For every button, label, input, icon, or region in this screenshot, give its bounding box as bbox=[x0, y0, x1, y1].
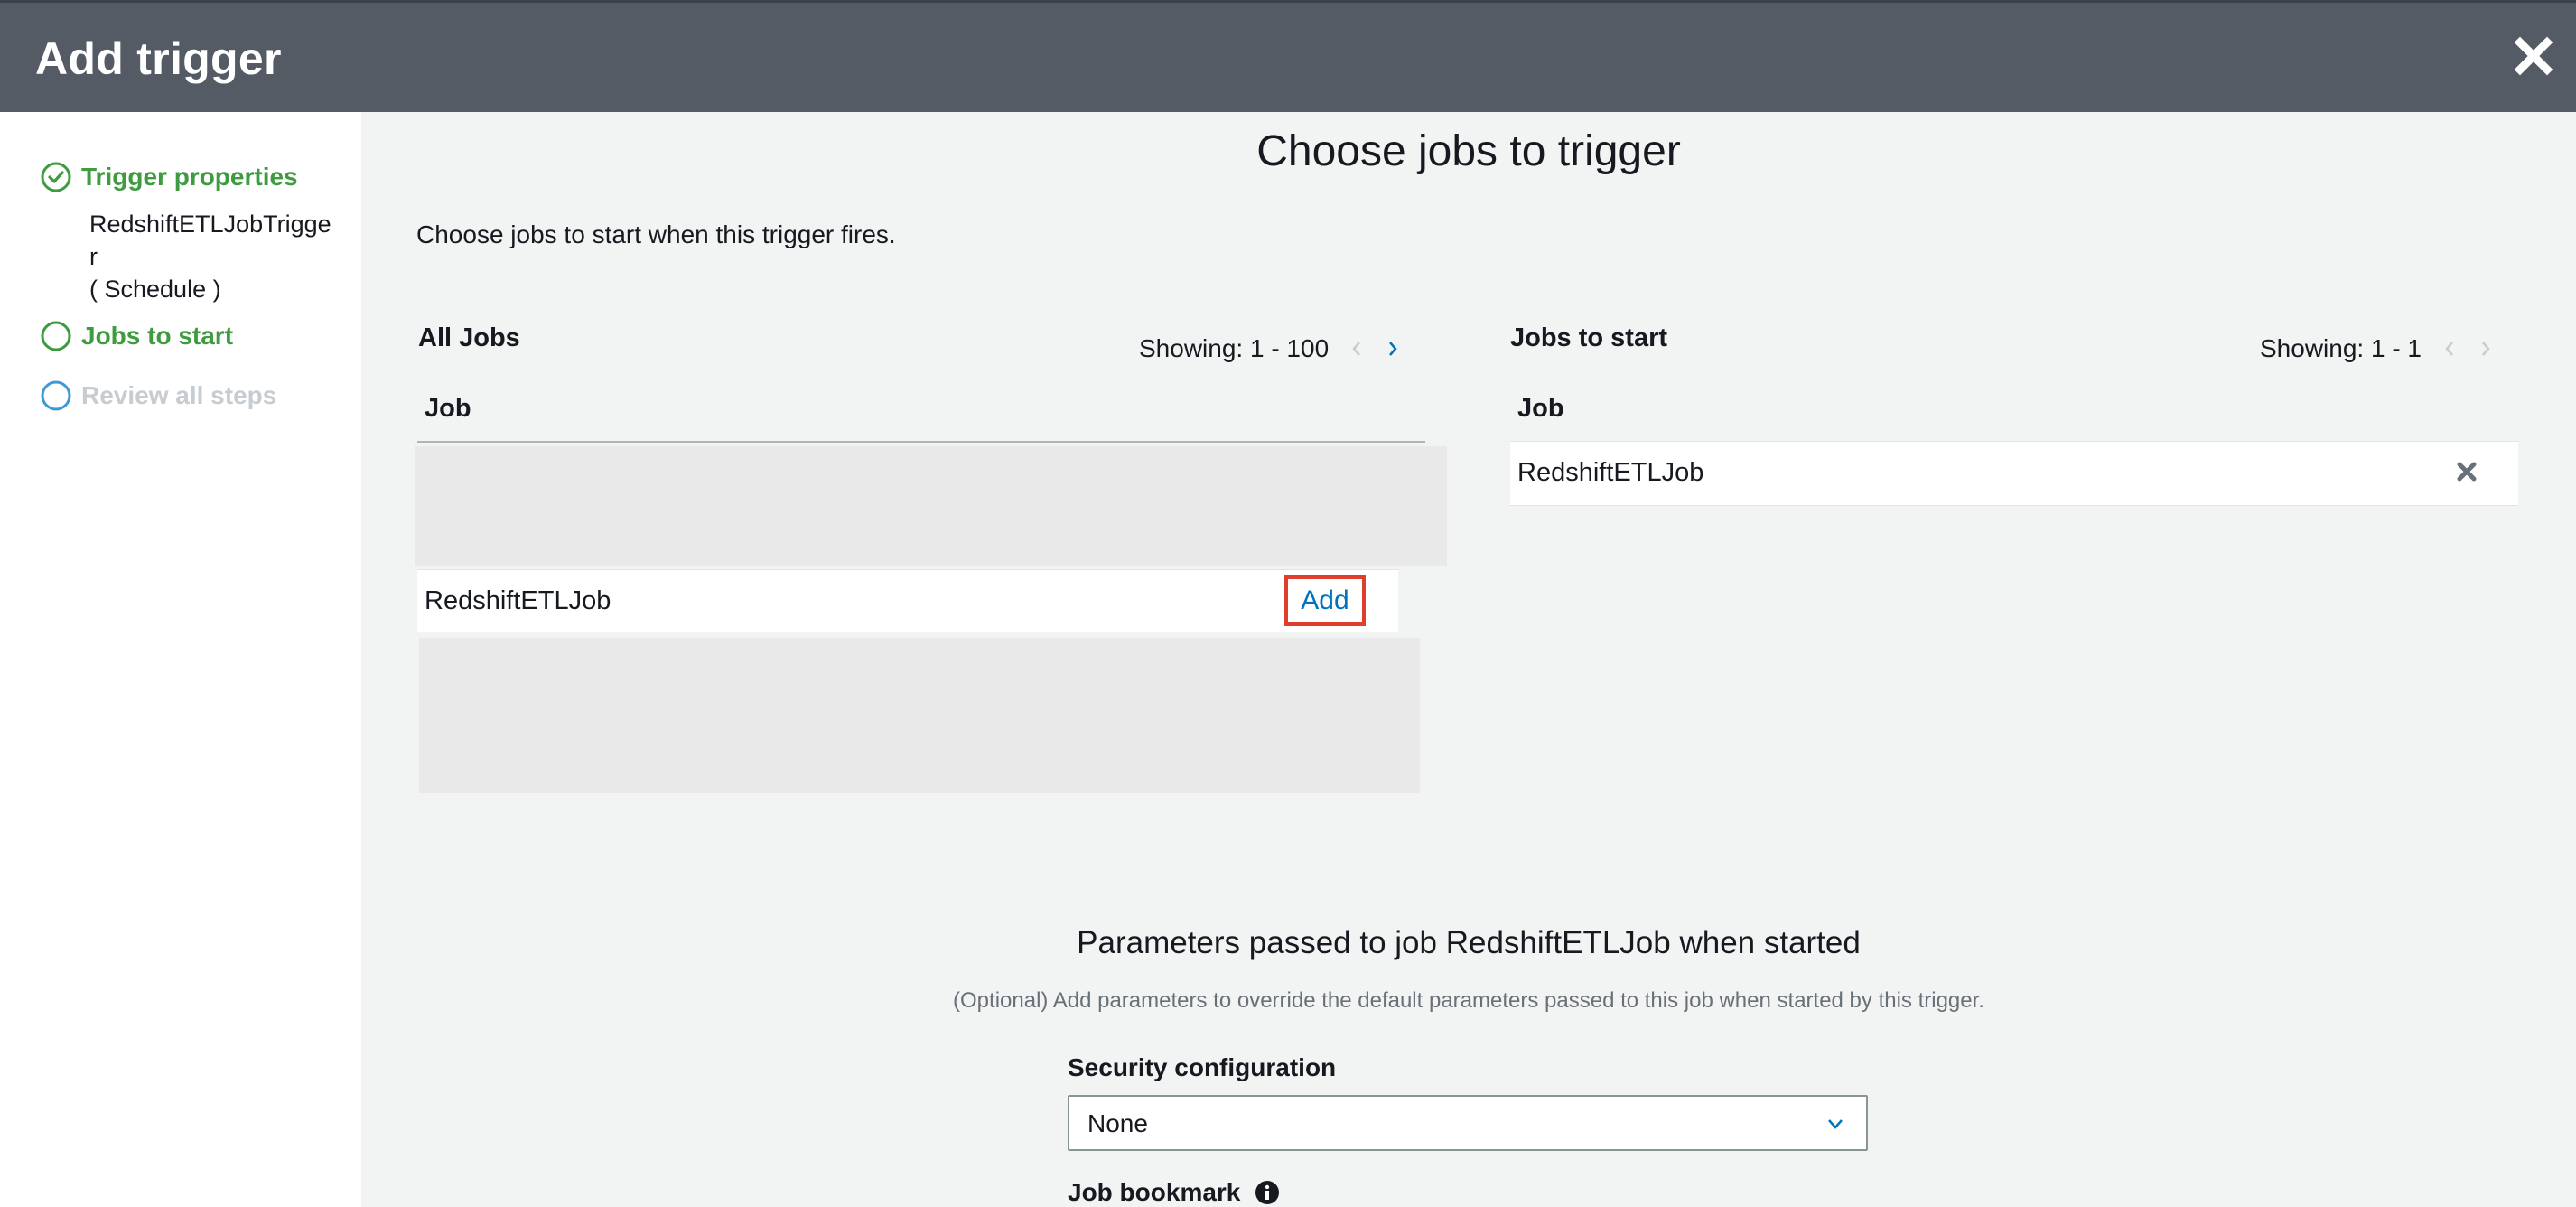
table-row: RedshiftETLJob Add bbox=[417, 569, 1398, 632]
chevron-down-icon bbox=[1828, 1119, 1843, 1129]
all-jobs-title: All Jobs bbox=[418, 323, 520, 352]
job-name: RedshiftETLJob bbox=[425, 586, 611, 615]
all-jobs-column-header: Job bbox=[417, 378, 1425, 443]
jobs-to-start-title: Jobs to start bbox=[1510, 323, 1668, 352]
step-review-all-steps: Review all steps bbox=[40, 379, 276, 412]
step-sub-line: RedshiftETLJobTrigge bbox=[89, 211, 331, 238]
security-config-select[interactable]: None bbox=[1068, 1095, 1868, 1151]
params-title: Parameters passed to job RedshiftETLJob … bbox=[1077, 925, 1861, 960]
all-jobs-pagination: Showing: 1 - 100 bbox=[1139, 334, 1401, 363]
all-jobs-showing: Showing: 1 - 100 bbox=[1139, 334, 1330, 362]
jobs-to-start-pagination: Showing: 1 - 1 bbox=[2260, 334, 2494, 363]
wizard-sidebar: Trigger properties RedshiftETLJobTrigge … bbox=[0, 112, 361, 1207]
chevron-right-icon[interactable] bbox=[2478, 338, 2494, 360]
info-icon[interactable] bbox=[1255, 1180, 1280, 1205]
step-sub-line: r bbox=[89, 243, 98, 270]
step-label: Trigger properties bbox=[81, 163, 298, 191]
loading-placeholder bbox=[415, 446, 1447, 566]
step-sub-line: ( Schedule ) bbox=[89, 276, 221, 303]
circle-icon bbox=[41, 321, 71, 351]
chevron-right-icon[interactable] bbox=[1385, 338, 1401, 360]
job-name: RedshiftETLJob bbox=[1517, 458, 1704, 487]
step-label: Jobs to start bbox=[81, 322, 234, 350]
close-button[interactable] bbox=[2513, 35, 2554, 77]
close-icon bbox=[2514, 36, 2553, 76]
security-config-value: None bbox=[1087, 1109, 1148, 1137]
circle-icon bbox=[41, 380, 71, 411]
modal-header: Add trigger bbox=[0, 0, 2576, 112]
security-config-label-text: Security configuration bbox=[1068, 1053, 1337, 1081]
job-bookmark-label: Job bookmark bbox=[1068, 1178, 1280, 1207]
job-bookmark-label-text: Job bookmark bbox=[1068, 1178, 1241, 1206]
table-row: RedshiftETLJob bbox=[1510, 441, 2518, 506]
loading-placeholder bbox=[419, 638, 1420, 793]
step-trigger-properties[interactable]: Trigger properties bbox=[40, 161, 298, 193]
jobs-to-start-showing: Showing: 1 - 1 bbox=[2260, 334, 2422, 362]
modal-title: Add trigger bbox=[35, 33, 282, 84]
security-config-label: Security configuration bbox=[1068, 1053, 1336, 1082]
params-description: (Optional) Add parameters to override th… bbox=[953, 988, 1984, 1013]
step-label: Review all steps bbox=[81, 381, 277, 409]
page-title: Choose jobs to trigger bbox=[1256, 127, 1681, 175]
chevron-left-icon[interactable] bbox=[1349, 338, 1365, 360]
column-label: Job bbox=[1517, 394, 1564, 423]
step-jobs-to-start[interactable]: Jobs to start bbox=[40, 320, 233, 352]
remove-icon[interactable] bbox=[2455, 460, 2478, 483]
main-content: Choose jobs to trigger Choose jobs to st… bbox=[361, 112, 2576, 1207]
chevron-left-icon[interactable] bbox=[2441, 338, 2458, 360]
add-job-button[interactable]: Add bbox=[1284, 575, 1366, 626]
intro-text: Choose jobs to start when this trigger f… bbox=[416, 220, 896, 248]
column-label: Job bbox=[425, 394, 471, 423]
check-circle-icon bbox=[41, 162, 71, 192]
jobs-to-start-column-header: Job bbox=[1510, 378, 2518, 443]
